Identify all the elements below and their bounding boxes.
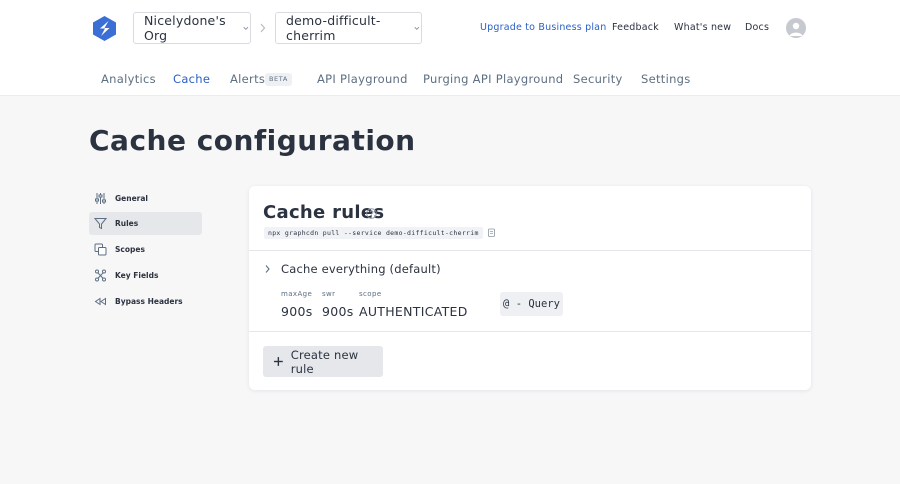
user-icon [789,22,803,36]
sidenav-item-label: Scopes [115,245,145,254]
project-selector[interactable]: demo-difficult-cherrim [275,12,422,44]
maxage-value: 900s [281,304,313,319]
tree-icon [95,269,106,282]
copy-icon[interactable] [487,228,496,237]
top-bar: Nicelydone's Org demo-difficult-cherrim … [0,0,900,96]
filter-icon [94,218,107,230]
swr-value: 900s [322,304,354,319]
sidenav-item-label: Key Fields [115,271,159,280]
scope-value: AUTHENTICATED [359,304,468,319]
logo-icon[interactable] [93,16,116,41]
avatar[interactable] [786,18,806,38]
docs-link[interactable]: Docs [745,22,769,33]
page-title: Cache configuration [89,124,416,157]
tab-cache[interactable]: Cache [173,72,210,86]
swr-label: swr [322,290,336,298]
divider [249,250,811,251]
plus-icon [273,357,283,366]
tab-analytics[interactable]: Analytics [101,72,156,86]
rewind-icon [94,297,106,306]
sidenav-item-label: Rules [115,219,139,228]
chevron-down-icon [243,26,249,30]
tab-alerts[interactable]: Alerts [230,72,265,86]
main-tabs: Analytics Cache Alerts API Playground Pu… [0,72,900,88]
sidenav-item-general[interactable]: General [89,187,202,210]
chevron-down-icon [414,26,420,30]
tab-api-playground[interactable]: API Playground [317,72,408,86]
chevron-right-icon[interactable] [264,264,271,274]
org-selector[interactable]: Nicelydone's Org [133,12,251,44]
upgrade-link[interactable]: Upgrade to Business plan [480,22,606,33]
scope-label: scope [359,290,382,298]
sidenav-item-key-fields[interactable]: Key Fields [89,264,202,287]
feedback-link[interactable]: Feedback [612,22,659,33]
divider [249,331,811,332]
cache-rules-card: Cache rules npx graphcdn pull --service … [249,186,811,390]
help-icon[interactable] [366,208,377,219]
cli-command: npx graphcdn pull --service demo-difficu… [264,227,483,239]
chevron-right-icon [260,23,266,33]
org-selector-label: Nicelydone's Org [144,13,226,43]
query-chip: @ - Query [500,292,563,316]
create-new-rule-button[interactable]: Create new rule [263,346,383,377]
copy-icon [94,243,107,256]
sidenav-item-label: Bypass Headers [115,297,183,306]
beta-badge: BETA [265,73,292,86]
sidenav-item-bypass-headers[interactable]: Bypass Headers [89,290,202,313]
whats-new-link[interactable]: What's new [674,22,731,33]
tab-settings[interactable]: Settings [641,72,691,86]
tab-security[interactable]: Security [573,72,623,86]
rule-name[interactable]: Cache everything (default) [281,262,441,276]
sidenav-item-rules[interactable]: Rules [89,212,202,235]
tab-purging-api-playground[interactable]: Purging API Playground [423,72,563,86]
maxage-label: maxAge [281,290,313,298]
sliders-icon [95,193,106,204]
project-selector-label: demo-difficult-cherrim [286,13,381,43]
sidenav-item-label: General [115,194,148,203]
create-new-rule-label: Create new rule [290,347,359,376]
sidenav-item-scopes[interactable]: Scopes [89,238,202,261]
